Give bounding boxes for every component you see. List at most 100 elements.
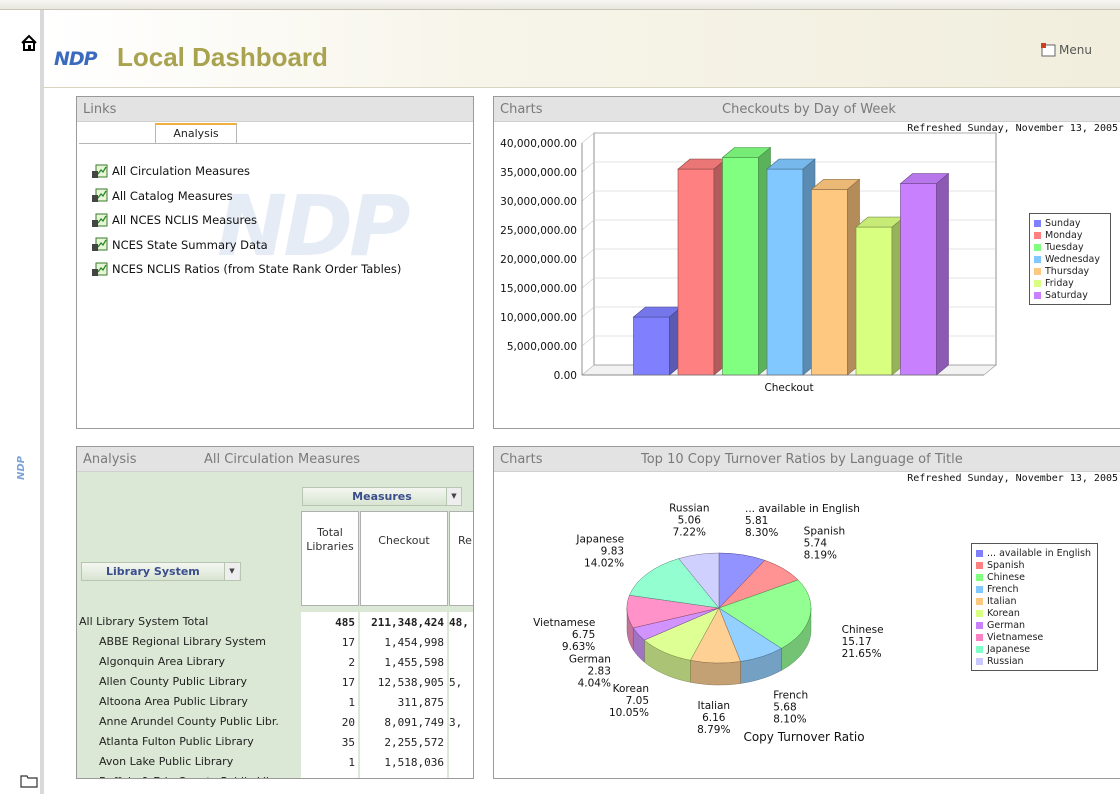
bar-front <box>811 189 848 376</box>
checkouts-chart-panel: Charts Checkouts by Day of Week Refreshe… <box>493 96 1120 429</box>
cell-total-libraries: 1 <box>301 692 358 712</box>
analysis-report-icon <box>92 188 108 203</box>
cell-checkout: 311,875 <box>360 692 447 712</box>
table-row[interactable]: Anne Arundel County Public Libr. 20 8,091,… <box>77 712 473 732</box>
column-header-label: Total Libraries <box>306 526 354 553</box>
cell-checkout: 2,255,572 <box>360 732 447 752</box>
analysis-link[interactable]: All NCES NCLIS Measures <box>91 208 401 233</box>
pie-chart-legend: ... available in English Spanish Chinese Fr… <box>971 543 1098 671</box>
turnover-chart-panel: Charts Top 10 Copy Turnover Ratios by La… <box>493 446 1120 779</box>
links-panel: Links Analysis NDP All Circulation Measu… <box>76 96 474 429</box>
cell-total-libraries: 17 <box>301 632 358 652</box>
y-tick-label: 10,000,000.00 <box>500 312 577 324</box>
legend-item: Wednesday <box>1034 253 1106 265</box>
y-tick-label: 5,000,000.00 <box>507 341 577 353</box>
table-row[interactable]: Algonquin Area Library 2 1,455,598 <box>77 652 473 672</box>
legend-item: Saturday <box>1034 289 1106 301</box>
column-header-re[interactable]: Re <box>449 511 473 606</box>
bar-front <box>766 168 804 376</box>
legend-label: Italian <box>987 595 1017 607</box>
legend-item: Japanese <box>976 643 1093 655</box>
column-header-checkout[interactable]: Checkout <box>360 511 448 606</box>
legend-swatch <box>1034 255 1041 263</box>
legend-swatch <box>1034 267 1041 275</box>
bar-sunday[interactable] <box>632 306 683 376</box>
legend-label: Thursday <box>1045 265 1090 277</box>
home-icon[interactable] <box>20 34 38 52</box>
table-row[interactable]: All Library System Total 485 211,348,424 48… <box>77 612 473 632</box>
bar-friday[interactable] <box>855 216 905 376</box>
legend-item: Tuesday <box>1034 241 1106 253</box>
analysis-link[interactable]: NCES State Summary Data <box>91 233 401 258</box>
menu-button[interactable]: Menu <box>1040 42 1092 58</box>
legend-label: ... available in English <box>987 547 1091 559</box>
row-name: Algonquin Area Library <box>99 655 226 668</box>
links-list: All Circulation Measures All Catalog Meas… <box>91 159 401 282</box>
bar-saturday[interactable] <box>899 172 950 376</box>
legend-swatch <box>1034 279 1041 287</box>
pie-data-label: Korean 7.05 10.05% <box>609 683 649 719</box>
page-title: Local Dashboard <box>117 42 328 72</box>
bar-monday[interactable] <box>677 158 727 376</box>
legend-label: Sunday <box>1045 217 1081 229</box>
table-row[interactable]: Buffalo & Erie County Public Libr.555,04… <box>77 772 473 778</box>
y-tick-label: 40,000,000.00 <box>500 138 577 150</box>
legend-item: Vietnamese <box>976 631 1093 643</box>
cell-checkout: 211,348,424 <box>360 612 447 632</box>
y-tick-label: 35,000,000.00 <box>500 167 577 179</box>
chevron-down-icon: ▼ <box>224 563 239 580</box>
table-row[interactable]: Avon Lake Public Library 1 1,518,036 <box>77 752 473 772</box>
analysis-link[interactable]: NCES NCLIS Ratios (from State Rank Order… <box>91 257 401 282</box>
legend-label: Wednesday <box>1045 253 1101 265</box>
tab-analysis[interactable]: Analysis <box>155 123 237 144</box>
legend-item: Russian <box>976 655 1093 667</box>
analysis-link[interactable]: All Catalog Measures <box>91 184 401 209</box>
table-row[interactable]: Altoona Area Public Library 1 311,875 <box>77 692 473 712</box>
measures-dropdown[interactable]: Measures ▼ <box>302 487 462 506</box>
links-panel-title: Links <box>83 102 117 117</box>
row-name: ABBE Regional Library System <box>99 635 266 648</box>
folder-icon[interactable] <box>20 774 38 788</box>
menu-label: Menu <box>1059 43 1092 57</box>
links-panel-header: Links <box>77 97 473 122</box>
table-row[interactable]: Atlanta Fulton Public Library 35 2,255,572 <box>77 732 473 752</box>
pie-data-label: Spanish 5.74 8.19% <box>804 526 845 562</box>
cell-re: 3, <box>449 712 473 732</box>
table-row[interactable]: ABBE Regional Library System 17 1,454,998 <box>77 632 473 652</box>
cell-total-libraries: 485 <box>301 612 358 632</box>
legend-swatch <box>976 549 983 557</box>
checkouts-chart-header: Charts Checkouts by Day of Week <box>494 97 1120 122</box>
pie-data-label: Russian 5.06 7.22% <box>669 502 709 538</box>
row-name: Altoona Area Public Library <box>99 695 248 708</box>
legend-label: Vietnamese <box>987 631 1044 643</box>
link-label: All Catalog Measures <box>112 188 233 203</box>
column-header-total-libraries[interactable]: Total Libraries <box>301 511 359 606</box>
cell-checkout: 1,518,036 <box>360 752 447 772</box>
bar-front <box>900 183 937 376</box>
chart-panel-label: Charts <box>500 452 543 467</box>
link-label: All NCES NCLIS Measures <box>112 213 258 228</box>
cell-checkout: 5,043,226 <box>360 772 447 778</box>
row-name: Avon Lake Public Library <box>99 755 234 768</box>
link-label: All Circulation Measures <box>112 164 251 179</box>
table-row[interactable]: Allen County Public Library 17 12,538,905 5… <box>77 672 473 692</box>
cell-re: 48, <box>449 612 473 632</box>
bar-thursday[interactable] <box>810 178 861 376</box>
bar-tuesday[interactable] <box>721 146 772 376</box>
bar-wednesday[interactable] <box>766 158 816 376</box>
turnover-chart-header: Charts Top 10 Copy Turnover Ratios by La… <box>494 447 1120 472</box>
row-name: All Library System Total <box>79 615 209 628</box>
cell-checkout: 12,538,905 <box>360 672 447 692</box>
legend-swatch <box>976 573 983 581</box>
pie-axis-label: Copy Turnover Ratio <box>743 730 864 744</box>
column-header-label: Checkout <box>378 534 430 547</box>
y-tick-label: 20,000,000.00 <box>500 254 577 266</box>
analysis-link[interactable]: All Circulation Measures <box>91 159 401 184</box>
bar-side <box>936 172 949 376</box>
turnover-pie-chart: ... available in English 5.81 8.30% Spanish… <box>533 502 883 744</box>
library-system-dropdown[interactable]: Library System ▼ <box>81 562 241 581</box>
link-label: NCES NCLIS Ratios (from State Rank Order… <box>112 262 402 277</box>
analysis-panel-label: Analysis <box>83 452 137 467</box>
legend-label: Japanese <box>987 643 1031 655</box>
analysis-panel-title: All Circulation Measures <box>204 452 361 467</box>
